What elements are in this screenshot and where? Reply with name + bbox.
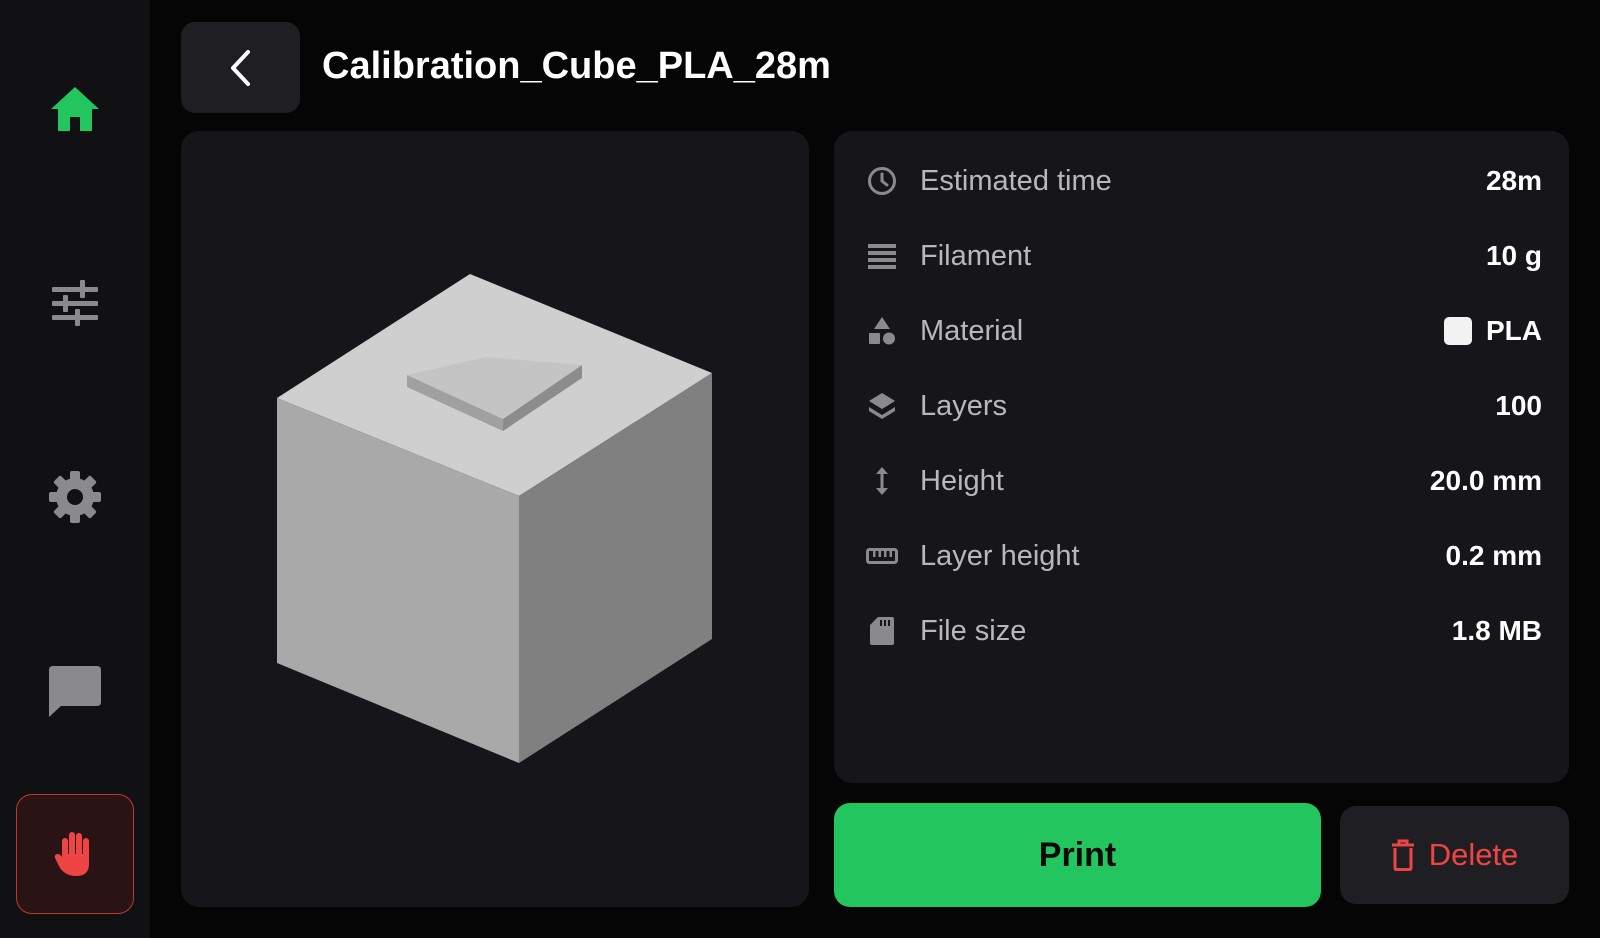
- detail-row-file-size: File size 1.8 MB: [864, 606, 1542, 656]
- detail-label: Material: [920, 314, 1024, 347]
- gear-icon: [49, 471, 101, 523]
- sidebar-item-home[interactable]: [16, 50, 134, 168]
- detail-label: File size: [920, 614, 1027, 647]
- model-preview-panel: [181, 131, 809, 907]
- back-button[interactable]: [181, 22, 300, 113]
- hand-stop-icon: [54, 832, 89, 876]
- home-icon: [51, 87, 99, 131]
- detail-label: Layer height: [920, 539, 1080, 572]
- details-panel: Estimated time 28m Filament 10 g Materia…: [834, 131, 1569, 783]
- shapes-icon: [864, 313, 900, 349]
- detail-row-material: Material PLA: [864, 306, 1542, 356]
- delete-button[interactable]: Delete: [1340, 806, 1569, 904]
- detail-row-estimated-time: Estimated time 28m: [864, 156, 1542, 206]
- detail-label: Estimated time: [920, 164, 1112, 197]
- sd-card-icon: [864, 613, 900, 649]
- detail-label: Height: [920, 464, 1004, 497]
- chevron-left-icon: [230, 49, 250, 86]
- print-button[interactable]: Print: [834, 803, 1321, 907]
- sidebar: [0, 0, 150, 938]
- detail-row-height: Height 20.0 mm: [864, 456, 1542, 506]
- sliders-icon: [52, 280, 98, 326]
- page-title: Calibration_Cube_PLA_28m: [322, 45, 831, 87]
- material-value: PLA: [1486, 315, 1542, 346]
- detail-value: 20.0 mm: [1429, 465, 1542, 496]
- detail-value: PLA: [1444, 315, 1542, 347]
- filament-lines-icon: [864, 238, 900, 274]
- ruler-icon: [864, 538, 900, 574]
- clock-icon: [864, 163, 900, 199]
- delete-button-label: Delete: [1428, 837, 1519, 872]
- print-button-label: Print: [1038, 835, 1117, 874]
- detail-value: 10 g: [1485, 240, 1542, 271]
- trash-icon: [1391, 839, 1414, 871]
- sidebar-item-settings[interactable]: [16, 438, 134, 556]
- detail-label: Layers: [920, 389, 1008, 422]
- detail-value: 100: [1495, 390, 1542, 421]
- sidebar-item-tune[interactable]: [16, 244, 134, 362]
- vertical-arrows-icon: [864, 463, 900, 499]
- layers-icon: [864, 388, 900, 424]
- material-color-swatch: [1444, 317, 1472, 345]
- detail-row-layers: Layers 100: [864, 381, 1542, 431]
- chat-icon: [49, 666, 101, 717]
- detail-row-layer-height: Layer height 0.2 mm: [864, 531, 1542, 581]
- model-preview-image: [277, 274, 712, 763]
- emergency-stop-button[interactable]: [16, 794, 134, 914]
- detail-value: 1.8 MB: [1451, 615, 1542, 646]
- sidebar-item-console[interactable]: [16, 632, 134, 750]
- detail-value: 0.2 mm: [1445, 540, 1543, 571]
- detail-row-filament: Filament 10 g: [864, 231, 1542, 281]
- detail-value: 28m: [1485, 165, 1542, 196]
- detail-label: Filament: [920, 239, 1032, 272]
